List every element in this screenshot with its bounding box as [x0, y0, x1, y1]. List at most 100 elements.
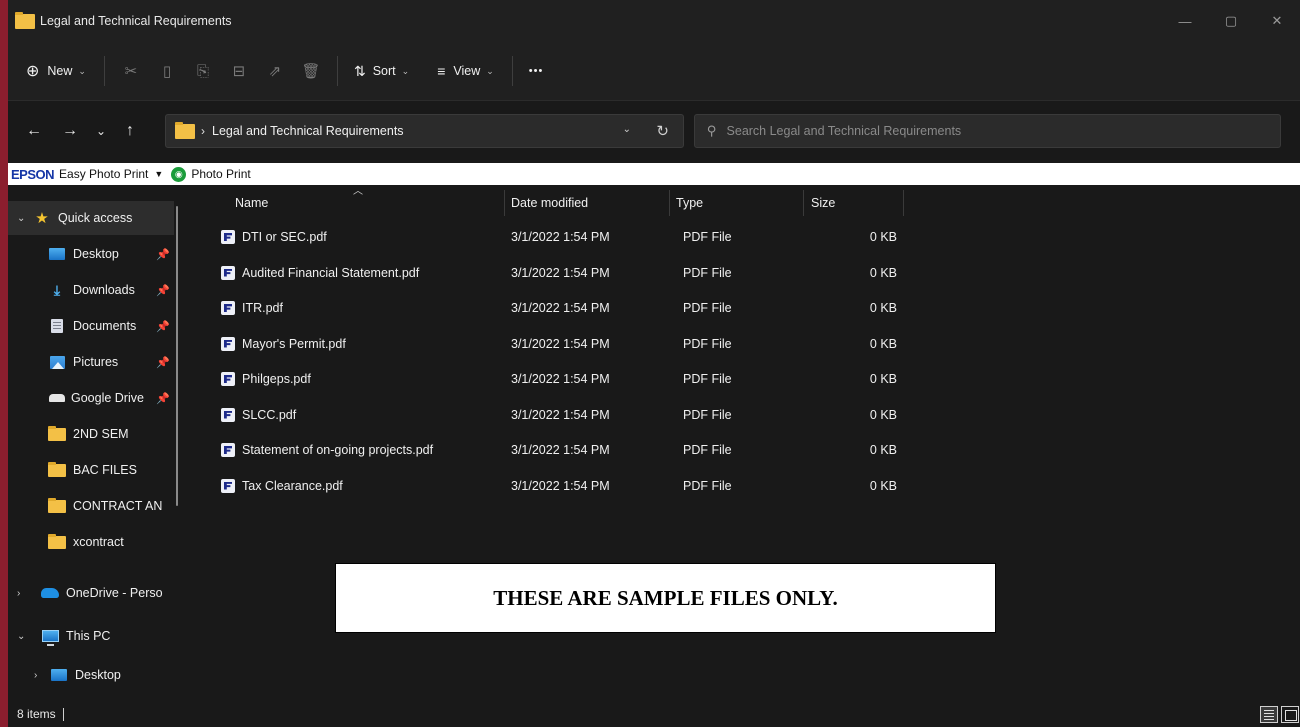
sidebar-item-google-drive[interactable]: Google Drive 📌	[8, 381, 174, 415]
expand-chevron-icon[interactable]: ›	[34, 670, 44, 681]
pdf-file-icon	[221, 301, 235, 315]
pin-icon[interactable]: 📌	[156, 356, 170, 369]
sidebar-item-documents[interactable]: Documents 📌	[8, 309, 174, 343]
documents-icon	[48, 319, 66, 333]
epson-toolbar: EPSON Easy Photo Print ▼ ◉ Photo Print	[8, 163, 1300, 185]
pc-icon	[41, 629, 59, 646]
date-modified-cell: 3/1/2022 1:54 PM	[511, 407, 610, 422]
column-divider[interactable]	[669, 190, 670, 216]
dropdown-triangle-icon[interactable]: ▼	[154, 169, 163, 179]
file-explorer-window: Legal and Technical Requirements — ▢ ✕ ⊕…	[8, 0, 1300, 727]
pdf-file-icon	[221, 336, 235, 351]
photo-print-button[interactable]: Photo Print	[191, 167, 250, 181]
sidebar-item-contract-an[interactable]: CONTRACT AN	[8, 489, 174, 523]
sidebar-item-label: Quick access	[58, 211, 133, 225]
details-view-icon[interactable]	[1260, 706, 1278, 723]
sidebar-item-label: Desktop	[73, 247, 119, 261]
table-row[interactable]: SLCC.pdf 3/1/2022 1:54 PM PDF File 0 KB	[213, 398, 903, 432]
breadcrumb[interactable]: Legal and Technical Requirements	[212, 124, 404, 138]
date-modified-cell: 3/1/2022 1:54 PM	[511, 372, 610, 386]
column-header-size[interactable]: Size	[811, 190, 835, 216]
column-divider[interactable]	[803, 190, 804, 216]
up-arrow-icon[interactable]: ↑	[126, 122, 134, 140]
refresh-icon[interactable]: ↻	[656, 122, 669, 140]
new-button[interactable]: ⊕ New ⌄	[26, 53, 86, 89]
sidebar-item-desktop[interactable]: Desktop 📌	[8, 237, 174, 271]
table-row[interactable]: Audited Financial Statement.pdf 3/1/2022 …	[213, 256, 903, 290]
table-row[interactable]: DTI or SEC.pdf 3/1/2022 1:54 PM PDF File 0 …	[213, 220, 903, 254]
minimize-button[interactable]: —	[1162, 0, 1208, 42]
share-icon[interactable]: ⇗	[257, 53, 293, 89]
pdf-file-icon	[221, 265, 235, 280]
column-divider[interactable]	[903, 190, 904, 216]
paste-icon[interactable]: ⎘	[185, 53, 221, 89]
table-row[interactable]: Philgeps.pdf 3/1/2022 1:54 PM PDF File 0 KB	[213, 362, 903, 396]
address-bar[interactable]: › Legal and Technical Requirements ⌄ ↻	[165, 114, 684, 148]
maximize-button[interactable]: ▢	[1208, 0, 1254, 42]
view-button[interactable]: ≡ View ⌄	[437, 53, 494, 89]
sidebar-item-bac-files[interactable]: BAC FILES	[8, 453, 174, 487]
file-name: Mayor's Permit.pdf	[242, 336, 346, 351]
type-cell: PDF File	[683, 407, 732, 422]
sort-button[interactable]: ⇅ Sort ⌄	[354, 53, 409, 89]
sidebar-item-pictures[interactable]: Pictures 📌	[8, 345, 174, 379]
table-row[interactable]: Tax Clearance.pdf 3/1/2022 1:54 PM PDF Fil…	[213, 469, 903, 503]
navigation-bar: ← → ⌄ ↑ › Legal and Technical Requiremen…	[8, 100, 1300, 161]
back-arrow-icon[interactable]: ←	[26, 122, 42, 140]
rename-icon[interactable]: ⊟	[221, 53, 257, 89]
column-header-type[interactable]: Type	[676, 190, 703, 216]
file-name-cell: Philgeps.pdf	[221, 362, 311, 396]
sidebar-item-2nd-sem[interactable]: 2ND SEM	[8, 417, 174, 451]
pin-icon[interactable]: 📌	[156, 320, 170, 333]
delete-icon[interactable]: 🗑	[293, 53, 329, 89]
search-input[interactable]	[726, 124, 1247, 138]
date-modified-cell: 3/1/2022 1:54 PM	[511, 443, 610, 457]
large-icons-view-icon[interactable]	[1281, 706, 1299, 723]
sidebar-item-onedrive[interactable]: › OneDrive - Perso	[8, 576, 174, 610]
status-divider	[62, 707, 64, 721]
easy-photo-print-button[interactable]: Easy Photo Print	[59, 167, 148, 181]
file-name: DTI or SEC.pdf	[242, 230, 327, 244]
copy-icon[interactable]: ▯	[149, 53, 185, 89]
pin-icon[interactable]: 📌	[156, 392, 170, 405]
table-row[interactable]: Mayor's Permit.pdf 3/1/2022 1:54 PM PDF Fi…	[213, 327, 903, 361]
forward-arrow-icon[interactable]: →	[62, 122, 78, 140]
sidebar-item-quick-access[interactable]: ⌄ ★ Quick access	[8, 201, 174, 235]
sidebar-item-this-pc-desktop[interactable]: › Desktop	[8, 658, 174, 692]
expand-chevron-icon[interactable]: ⌄	[17, 213, 27, 224]
sidebar-item-downloads[interactable]: ⤓ Downloads 📌	[8, 273, 174, 307]
desktop-icon	[50, 668, 68, 682]
notice-text: THESE ARE SAMPLE FILES ONLY.	[493, 585, 838, 610]
cut-icon[interactable]: ✂	[113, 53, 149, 89]
column-header-date-modified[interactable]: Date modified	[511, 190, 588, 216]
sidebar-item-label: xcontract	[73, 535, 124, 549]
view-label: View	[453, 64, 481, 78]
expand-chevron-icon[interactable]: ›	[17, 588, 27, 599]
address-dropdown-icon[interactable]: ⌄	[623, 124, 631, 135]
recent-locations-chevron-icon[interactable]: ⌄	[96, 124, 106, 138]
table-row[interactable]: Statement of on-going projects.pdf 3/1/20…	[213, 433, 903, 467]
expand-chevron-icon[interactable]: ⌄	[17, 631, 27, 642]
file-name-cell: Audited Financial Statement.pdf	[221, 256, 419, 290]
column-header-name[interactable]: Name	[235, 190, 268, 216]
more-options-button[interactable]: •••	[529, 53, 544, 89]
pin-icon[interactable]: 📌	[156, 284, 170, 297]
table-row[interactable]: ITR.pdf 3/1/2022 1:54 PM PDF File 0 KB	[213, 291, 903, 325]
column-divider[interactable]	[504, 190, 505, 216]
onedrive-icon	[41, 586, 59, 600]
view-lines-icon: ≡	[437, 63, 446, 79]
close-button[interactable]: ✕	[1254, 0, 1300, 42]
star-icon: ★	[35, 210, 49, 227]
folder-icon	[48, 461, 66, 477]
search-box[interactable]: ⚲	[694, 114, 1281, 148]
sidebar-item-xcontract[interactable]: xcontract	[8, 525, 174, 559]
sidebar-item-label: Downloads	[73, 283, 135, 297]
chevron-down-icon: ⌄	[401, 65, 410, 76]
divider	[103, 56, 105, 86]
sidebar-item-label: Documents	[73, 319, 137, 333]
pin-icon[interactable]: 📌	[156, 248, 170, 261]
window-title: Legal and Technical Requirements	[40, 14, 232, 28]
type-cell: PDF File	[683, 265, 732, 280]
sidebar-item-this-pc[interactable]: ⌄ This PC	[8, 619, 174, 653]
sidebar-scrollbar[interactable]	[176, 206, 178, 506]
